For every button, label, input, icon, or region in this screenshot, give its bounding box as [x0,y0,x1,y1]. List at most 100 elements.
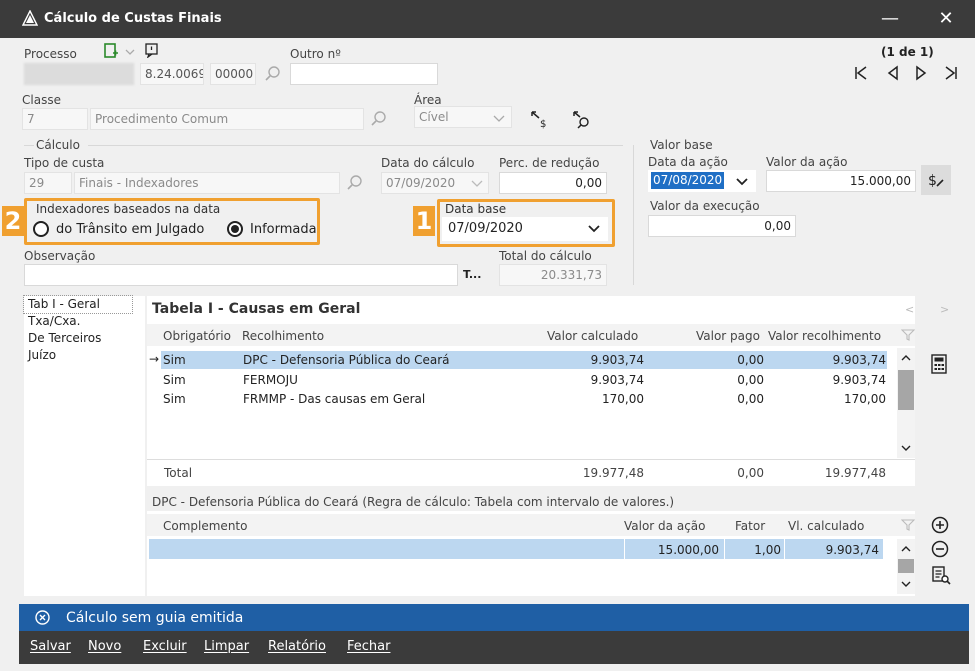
data-calculo-chevron-down-icon[interactable] [470,176,484,190]
processo-foro-field[interactable]: 00000 [210,63,256,85]
processo-year-field[interactable]: 8.24.0069 [140,63,204,85]
data-base-label: Data base [445,202,507,216]
person-search-icon[interactable] [570,108,592,130]
col-valor-pago[interactable]: Valor pago [696,329,760,343]
person-money-icon[interactable]: $ [528,108,550,130]
classe-search-icon[interactable] [370,110,388,128]
badge-one: 1 [413,206,435,236]
status-bar: Cálculo sem guia emitida [19,604,969,631]
row-indicator-arrow-icon: → [149,352,160,366]
data-acao-chevron-down-icon[interactable] [735,175,749,189]
data-base-select[interactable]: 07/09/2020 [442,217,608,241]
tabela-scroll-thumb[interactable] [898,370,914,410]
last-record-icon[interactable] [942,64,960,82]
text-editor-button[interactable]: T... [463,268,481,281]
perc-reducao-field[interactable]: 0,00 [499,172,607,194]
calculo-group-line [24,145,34,146]
remove-circle-icon[interactable] [931,540,949,558]
area-chevron-down-icon[interactable] [492,111,506,125]
relatorio-button[interactable]: Relatório [268,639,326,654]
badge-two: 2 [2,206,24,236]
col-vl-calculado[interactable]: Vl. calculado [788,519,864,533]
total-calculo-label: Total do cálculo [499,249,592,263]
col-valor-recolhimento[interactable]: Valor recolhimento [768,329,881,343]
col-valor-acao[interactable]: Valor da ação [624,519,706,533]
calculator-icon[interactable] [930,354,948,374]
app-window: Cálculo de Custas Finais — ✕ Processo Ou… [0,0,975,671]
document-search-icon[interactable] [931,565,951,585]
row-2-valor-recolhimento: 9.903,74 [832,373,886,387]
calculo-group-line-right [88,145,623,146]
detalhe-scroll-up-icon[interactable] [897,541,915,557]
total-label: Total [164,466,193,480]
tipo-custa-search-icon[interactable] [346,174,364,192]
novo-button[interactable]: Novo [88,639,121,654]
salvar-button[interactable]: Salvar [30,639,71,654]
detalhe-scrollbar[interactable] [897,539,915,594]
observacao-field[interactable] [24,264,458,286]
data-base-chevron-down-icon[interactable] [587,222,601,236]
status-text: Cálculo sem guia emitida [66,610,244,626]
tab-terceiros[interactable]: De Terceiros [24,330,145,347]
dollar-edit-button[interactable]: $ [921,165,951,195]
radio-informada[interactable] [227,221,243,237]
tabela-scrollbar[interactable] [897,348,915,458]
detalhe-scroll-down-icon[interactable] [897,576,915,592]
data-acao-value[interactable]: 07/08/2020 [651,172,725,189]
filter-icon[interactable] [901,328,915,342]
tabela-next-button[interactable]: > [940,303,949,316]
classe-code-field[interactable]: 7 [22,108,88,130]
chevron-down-icon[interactable] [124,46,136,58]
calculo-group-label: Cálculo [36,138,80,152]
tabela-prev-button[interactable]: < [905,303,914,316]
valor-acao-field[interactable]: 15.000,00 [766,170,916,192]
excluir-button[interactable]: Excluir [143,639,187,654]
tipo-custa-name-field[interactable]: Finais - Indexadores [74,172,340,194]
dollar-pencil-icon[interactable]: $ [926,170,946,190]
valor-execucao-field[interactable]: 0,00 [648,215,796,237]
minimize-button[interactable]: — [878,8,902,30]
classe-name-field[interactable]: Procedimento Comum [90,108,364,130]
note-icon[interactable] [144,42,160,58]
row-3-recolhimento[interactable]: FRMMP - Das causas em Geral [243,392,425,406]
valor-acao-label: Valor da ação [766,155,848,169]
svg-text:$: $ [928,173,937,189]
col-valor-calculado[interactable]: Valor calculado [547,329,638,343]
document-add-icon[interactable] [102,42,120,60]
valor-base-divider [633,145,634,285]
radio-transito-julgado[interactable] [33,221,49,237]
radio-informada-label[interactable]: Informada [250,222,317,237]
scroll-up-icon[interactable] [897,350,915,366]
detalhe-caption: DPC - Defensoria Pública do Ceará (Regra… [152,495,675,509]
close-button[interactable]: ✕ [934,8,958,30]
previous-record-icon[interactable] [884,64,902,82]
radio-transito-label[interactable]: do Trânsito em Julgado [56,222,204,237]
footer-toolbar: Salvar Novo Excluir Limpar Relatório Fec… [19,631,969,664]
first-record-icon[interactable] [852,64,870,82]
search-icon[interactable] [264,65,282,83]
tab-juizo[interactable]: Juízo [24,347,145,364]
limpar-button[interactable]: Limpar [204,639,249,654]
row-2-obrigatorio[interactable]: Sim [163,373,186,387]
processo-number-field[interactable] [24,63,134,85]
tab-txa-cxa[interactable]: Txa/Cxa. [24,313,145,330]
outro-numero-field[interactable] [290,63,438,85]
error-circle-icon [35,610,50,625]
col-complemento[interactable]: Complemento [163,519,247,533]
detalhe-scroll-thumb[interactable] [898,559,914,573]
detalhe-filter-icon[interactable] [901,518,915,532]
fechar-button[interactable]: Fechar [347,639,390,654]
scroll-down-icon[interactable] [897,440,915,456]
col-recolhimento[interactable]: Recolhimento [242,329,324,343]
col-fator[interactable]: Fator [735,519,765,533]
total-valor-pago: 0,00 [737,466,764,480]
tab-geral[interactable]: Tab I - Geral [23,295,133,314]
row-3-valor-pago: 0,00 [737,392,764,406]
next-record-icon[interactable] [912,64,930,82]
tipo-custa-code-field[interactable]: 29 [24,172,72,194]
add-circle-icon[interactable] [931,516,949,534]
row-3-obrigatorio[interactable]: Sim [163,392,186,406]
row-2-recolhimento[interactable]: FERMOJU [243,373,298,387]
col-obrigatorio[interactable]: Obrigatório [163,329,231,343]
data-calculo-label: Data do cálculo [381,156,475,170]
